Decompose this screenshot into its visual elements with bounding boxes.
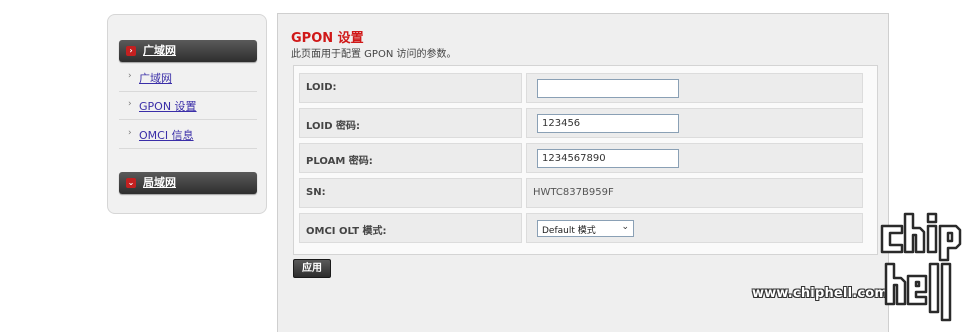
main-content: GPON 设置 此页面用于配置 GPON 访问的参数。 LOID: LOID 密… [277,13,889,332]
form-row-loid-password: LOID 密码: [299,108,871,140]
chevron-right-icon: › [126,46,136,56]
ploam-password-input[interactable] [537,149,679,168]
loid-label: LOID: [306,82,337,93]
menu-header-wan[interactable]: › 广域网 [119,40,257,62]
form-row-omci-olt-mode: OMCI OLT 模式: Default 模式 ⌄ [299,213,871,245]
page-title: GPON 设置 [291,31,364,46]
sidebar-item-gpon-settings[interactable]: › GPON 设置 [119,92,257,120]
omci-olt-mode-selected: Default 模式 [542,226,596,236]
gpon-settings-form: LOID: LOID 密码: PLOAM 密码: SN: HWTC837B959… [293,65,878,255]
omci-olt-mode-select[interactable]: Default 模式 ⌄ [537,220,634,237]
sidebar-item-gpon-settings-label[interactable]: GPON 设置 [139,98,197,114]
form-row-ploam-password: PLOAM 密码: [299,143,871,175]
menu-header-wan-label: 广域网 [143,44,176,57]
sidebar-item-wan[interactable]: › 广域网 [119,64,257,92]
loid-password-input[interactable] [537,114,679,133]
menu-header-lan-label: 局域网 [143,176,176,189]
sidebar-item-omci-info-label[interactable]: OMCI 信息 [139,127,194,143]
loid-password-label: LOID 密码: [306,121,361,132]
bullet-icon: › [128,71,132,81]
chevron-down-icon: ⌄ [621,222,629,232]
chevron-down-icon: ⌄ [126,178,136,188]
sidebar: › 广域网 › 广域网 › GPON 设置 › OMCI 信息 ⌄ 局域网 [107,14,267,214]
form-row-sn: SN: HWTC837B959F [299,178,871,210]
sn-label: SN: [306,187,326,198]
menu-header-lan[interactable]: ⌄ 局域网 [119,172,257,194]
sn-value: HWTC837B959F [533,187,614,198]
sidebar-item-wan-label[interactable]: 广域网 [139,70,172,86]
omci-olt-mode-label: OMCI OLT 模式: [306,226,387,237]
ploam-password-label: PLOAM 密码: [306,156,373,167]
sidebar-item-omci-info[interactable]: › OMCI 信息 [119,121,257,149]
chiphell-logo [880,212,962,322]
bullet-icon: › [128,99,132,109]
page-description: 此页面用于配置 GPON 访问的参数。 [291,49,457,60]
bullet-icon: › [128,128,132,138]
apply-button[interactable]: 应用 [293,259,331,278]
form-row-loid: LOID: [299,73,871,105]
watermark-url: www.chiphell.com [752,286,889,301]
loid-input[interactable] [537,79,679,98]
